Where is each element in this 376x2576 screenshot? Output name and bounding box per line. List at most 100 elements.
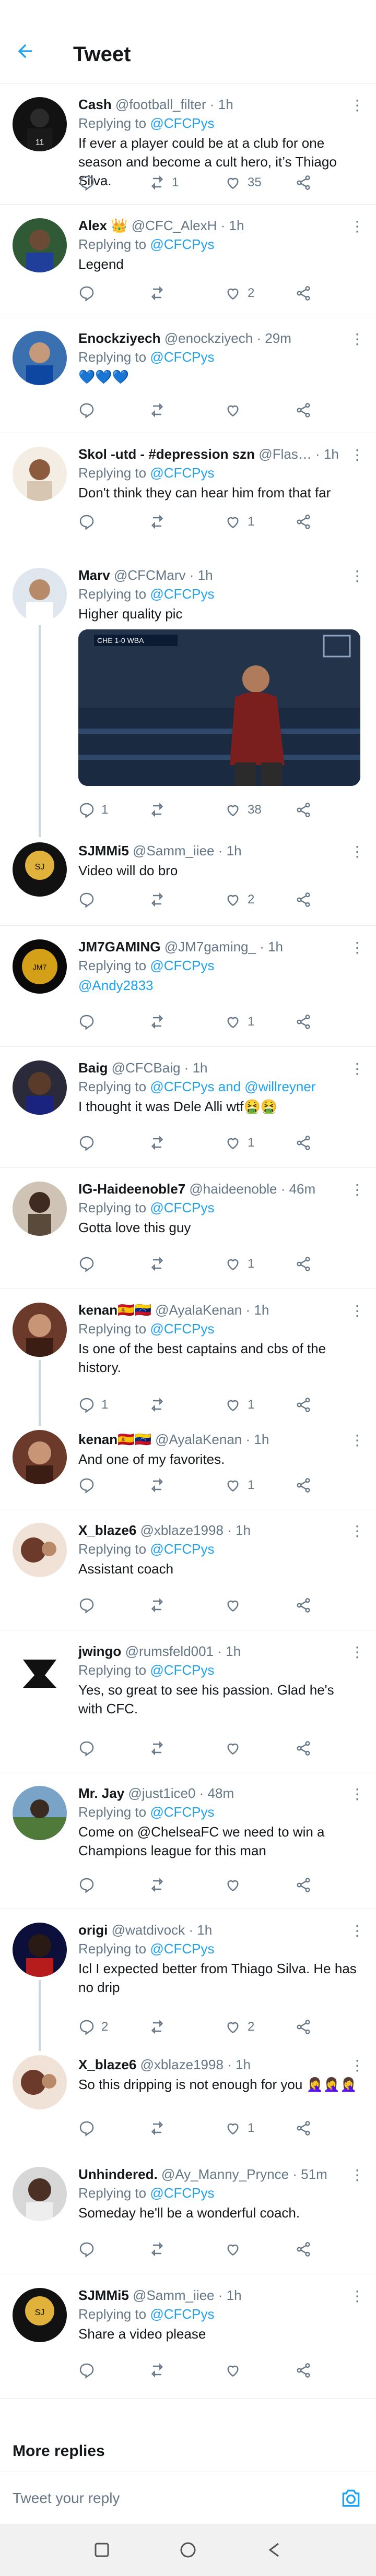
display-name[interactable]: Enockziyech	[78, 330, 161, 346]
avatar[interactable]	[13, 1923, 67, 1977]
chevron-down-icon[interactable]: ⋮	[350, 1183, 365, 1197]
retweet-button[interactable]	[149, 1875, 172, 1895]
handle[interactable]: @xblaze1998	[140, 2057, 224, 2072]
chevron-down-icon[interactable]: ⋮	[350, 1433, 365, 1448]
reply-button[interactable]	[78, 1132, 101, 1153]
reply-button[interactable]	[78, 400, 101, 421]
replying-to-link[interactable]: @CFCPys	[150, 115, 214, 131]
tweet[interactable]: Alex 👑 @CFC_AlexH · 1h Replying to @CFCP…	[0, 205, 376, 317]
display-name[interactable]: Baig	[78, 1060, 108, 1076]
camera-icon[interactable]	[338, 2487, 363, 2510]
avatar[interactable]	[13, 568, 67, 622]
like-button[interactable]: 35	[225, 172, 262, 193]
tweet[interactable]: Baig @CFCBaig · 1h Replying to @CFCPys a…	[0, 1047, 376, 1168]
display-name[interactable]: Unhindered.	[78, 2166, 158, 2182]
like-button[interactable]: 1	[225, 511, 254, 532]
arrow-left-icon[interactable]	[15, 41, 41, 67]
tweet[interactable]: X_blaze6 @xblaze1998 · 1h So this drippi…	[0, 2051, 376, 2153]
like-button[interactable]	[225, 400, 248, 421]
chevron-down-icon[interactable]: ⋮	[350, 844, 365, 859]
avatar[interactable]	[13, 1523, 67, 1577]
avatar[interactable]	[13, 1060, 67, 1115]
share-button[interactable]	[295, 283, 312, 304]
reply-button[interactable]: 2	[78, 2017, 108, 2037]
chevron-down-icon[interactable]: ⋮	[350, 1924, 365, 1938]
like-button[interactable]: 2	[225, 889, 254, 910]
share-button[interactable]	[295, 400, 312, 421]
display-name[interactable]: X_blaze6	[78, 1522, 136, 1538]
tweet[interactable]: origi @watdivock · 1h Replying to @CFCPy…	[0, 1909, 376, 2051]
chevron-down-icon[interactable]: ⋮	[350, 940, 365, 955]
chevron-down-icon[interactable]: ⋮	[350, 219, 365, 234]
retweet-button[interactable]	[149, 2239, 172, 2260]
circle-icon[interactable]	[178, 2539, 198, 2560]
share-button[interactable]	[295, 2360, 312, 2381]
share-button[interactable]	[295, 2239, 312, 2260]
reply-button[interactable]: 1	[78, 800, 108, 820]
replying-to-link[interactable]: @CFCPys	[150, 1321, 214, 1337]
display-name[interactable]: Cash	[78, 97, 112, 112]
handle[interactable]: @AyalaKenan	[155, 1432, 242, 1447]
replying-to-link[interactable]: @CFCPys	[150, 1941, 214, 1957]
avatar[interactable]	[13, 218, 67, 272]
avatar[interactable]	[13, 1430, 67, 1484]
replying-to-link[interactable]: @CFCPys	[150, 465, 214, 481]
like-button[interactable]: 2	[225, 283, 254, 304]
display-name[interactable]: SJMMi5	[78, 843, 129, 858]
tweet-media[interactable]: CHE 1-0 WBA	[78, 629, 360, 786]
like-button[interactable]: 1	[225, 1475, 254, 1496]
handle[interactable]: @AyalaKenan	[155, 1302, 242, 1318]
retweet-button[interactable]: 1	[149, 172, 179, 193]
chevron-down-icon[interactable]: ⋮	[350, 448, 365, 462]
retweet-button[interactable]	[149, 1595, 172, 1616]
like-button[interactable]: 2	[225, 2017, 254, 2037]
chevron-down-icon[interactable]: ⋮	[350, 1787, 365, 1802]
reply-button[interactable]	[78, 2239, 101, 2260]
retweet-button[interactable]	[149, 1738, 172, 1759]
share-button[interactable]	[295, 1132, 312, 1153]
reply-input[interactable]: Tweet your reply	[13, 2490, 120, 2507]
reply-button[interactable]	[78, 1595, 101, 1616]
tweet[interactable]: X_blaze6 @xblaze1998 · 1h Replying to @C…	[0, 1509, 376, 1630]
chevron-down-icon[interactable]: ⋮	[350, 1062, 365, 1076]
like-button[interactable]	[225, 1595, 248, 1616]
share-button[interactable]	[295, 1738, 312, 1759]
share-button[interactable]	[295, 2017, 312, 2037]
like-button[interactable]	[225, 2239, 248, 2260]
triangle-back-icon[interactable]	[264, 2539, 285, 2560]
handle[interactable]: @haideenoble	[189, 1181, 277, 1197]
reply-button[interactable]: 1	[78, 1394, 108, 1415]
retweet-button[interactable]	[149, 1132, 172, 1153]
handle[interactable]: @Samm_iiee	[133, 2287, 214, 2303]
reply-button[interactable]	[78, 1738, 101, 1759]
tweet[interactable]: 11 Cash @football_filter · 1h Replying t…	[0, 84, 376, 205]
retweet-button[interactable]	[149, 1011, 172, 1032]
avatar[interactable]: JM7	[13, 939, 67, 994]
handle[interactable]: @enockziyech	[164, 330, 253, 346]
share-button[interactable]	[295, 1254, 312, 1274]
handle[interactable]: @CFC_AlexH	[132, 218, 217, 233]
tweet[interactable]: Enockziyech @enockziyech · 29m Replying …	[0, 317, 376, 433]
like-button[interactable]: 1	[225, 1254, 254, 1274]
display-name[interactable]: jwingo	[78, 1643, 121, 1659]
handle[interactable]: @xblaze1998	[140, 1522, 224, 1538]
replying-to-link[interactable]: @CFCPys	[150, 1804, 214, 1820]
reply-button[interactable]	[78, 511, 101, 532]
like-button[interactable]	[225, 2360, 248, 2381]
tweet[interactable]: Unhindered. @Ay_Manny_Prynce · 51m Reply…	[0, 2153, 376, 2274]
retweet-button[interactable]	[149, 1475, 172, 1496]
chevron-down-icon[interactable]: ⋮	[350, 332, 365, 347]
reply-button[interactable]	[78, 2118, 101, 2139]
avatar[interactable]: 11	[13, 97, 67, 151]
tweet[interactable]: Mr. Jay @just1ice0 · 48m Replying to @CF…	[0, 1772, 376, 1909]
avatar[interactable]	[13, 1786, 67, 1840]
avatar[interactable]	[13, 1303, 67, 1357]
replying-to-link[interactable]: @CFCPys and @willreyner	[150, 1079, 315, 1094]
like-button[interactable]: 1	[225, 2118, 254, 2139]
like-button[interactable]: 1	[225, 1394, 254, 1415]
reply-composer[interactable]: Tweet your reply	[0, 2472, 376, 2524]
handle[interactable]: @Samm_iiee	[133, 843, 214, 858]
replying-to-link[interactable]: @CFCPys	[150, 2306, 214, 2322]
square-icon[interactable]	[91, 2539, 112, 2560]
share-button[interactable]	[295, 172, 312, 193]
